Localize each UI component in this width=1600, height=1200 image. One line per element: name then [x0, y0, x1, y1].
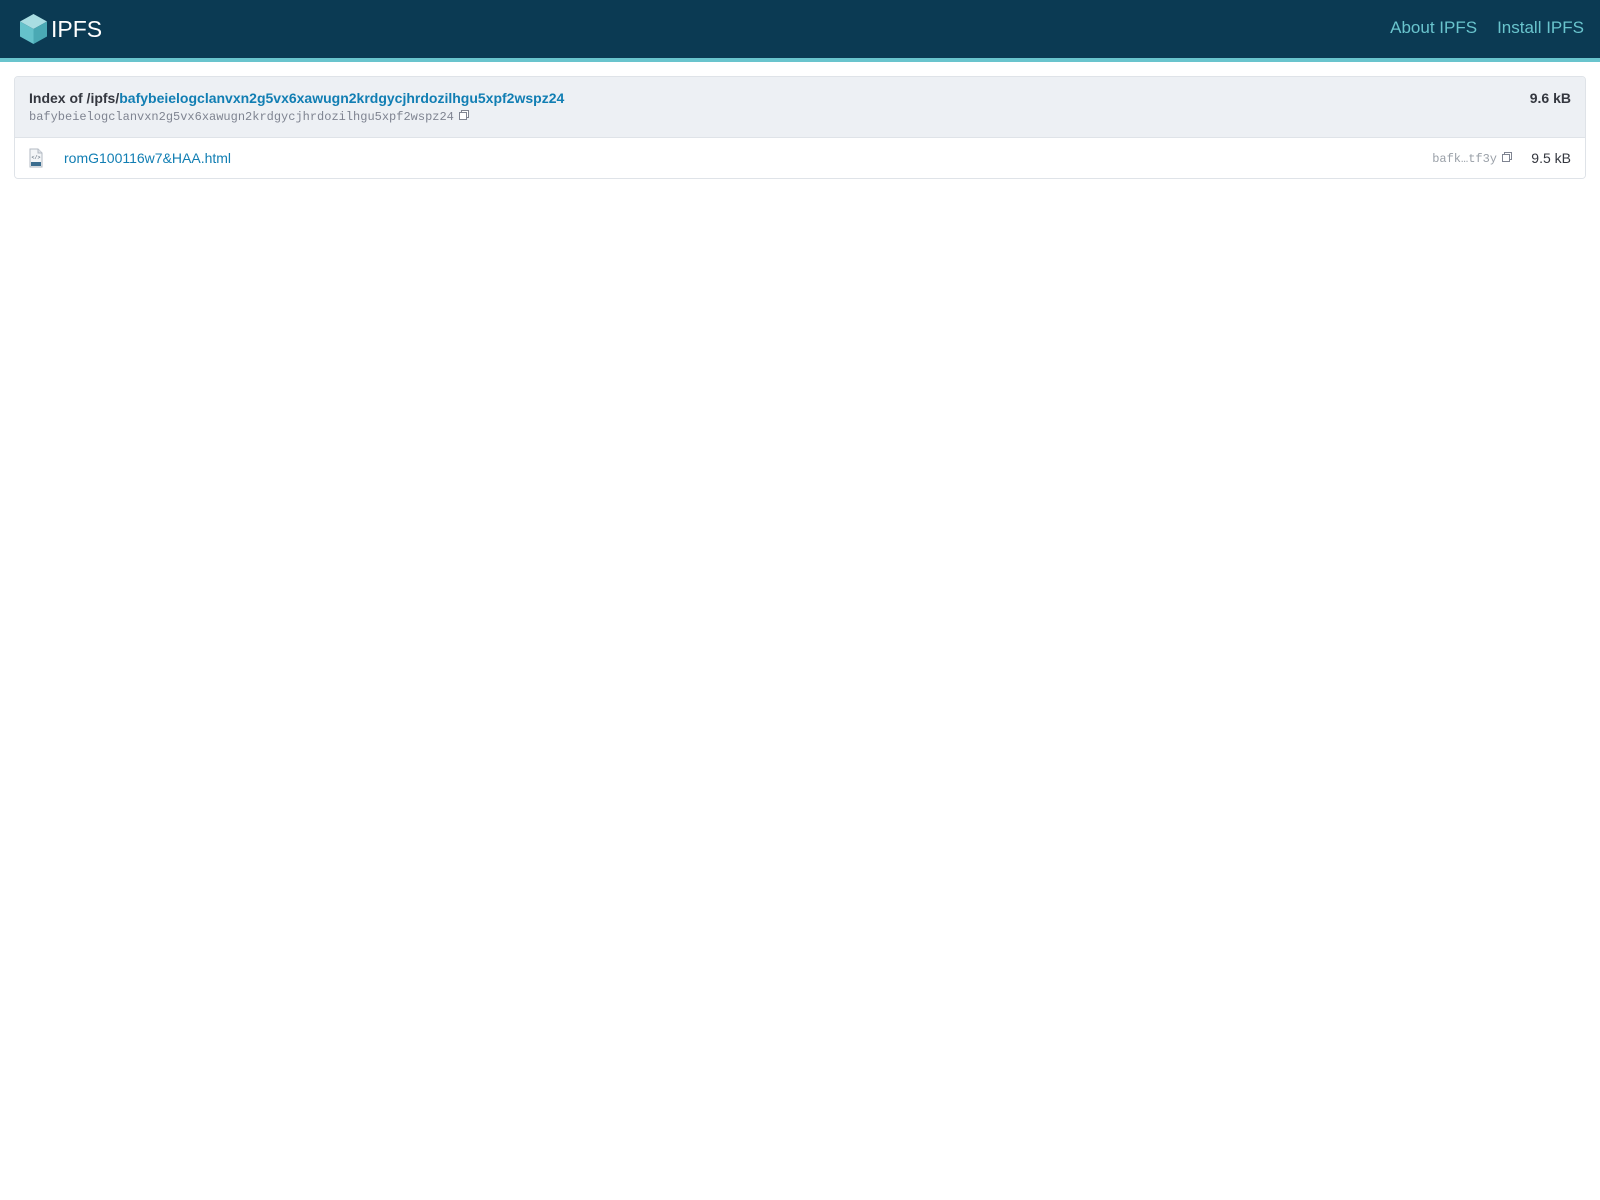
root-cid-link[interactable]: bafybeielogclanvxn2g5vx6xawugn2krdgycjhr… [119, 90, 564, 106]
total-size: 9.6 kB [1529, 90, 1571, 106]
file-name-link[interactable]: romG100116w7&HAA.html [64, 150, 231, 166]
copy-icon[interactable] [458, 109, 469, 120]
svg-text:</>: </> [31, 155, 40, 161]
table-row: </> romG100116w7&HAA.html bafk…tf3y 9.5 … [15, 138, 1585, 178]
root-cid-row: bafybeielogclanvxn2g5vx6xawugn2krdgycjhr… [29, 109, 469, 125]
install-ipfs-link[interactable]: Install IPFS [1497, 18, 1584, 38]
html-file-icon: </> [29, 148, 43, 168]
root-cid-text: bafybeielogclanvxn2g5vx6xawugn2krdgycjhr… [29, 110, 454, 124]
ipfs-logo-link[interactable]: IPFS [20, 13, 102, 45]
header-nav: About IPFS Install IPFS [1390, 18, 1584, 38]
index-title-prefix: Index of /ipfs/ [29, 90, 120, 106]
about-ipfs-link[interactable]: About IPFS [1390, 18, 1477, 38]
file-size: 9.5 kB [1531, 150, 1571, 166]
file-cid-text[interactable]: bafk…tf3y [1432, 151, 1497, 167]
logo-text: IPFS [51, 16, 103, 42]
file-cid-row: bafk…tf3y [1432, 151, 1512, 167]
listing-header: Index of /ipfs/bafybeielogclanvxn2g5vx6x… [15, 77, 1585, 138]
top-header: IPFS About IPFS Install IPFS [0, 0, 1600, 62]
copy-icon[interactable] [1502, 151, 1512, 162]
directory-listing: Index of /ipfs/bafybeielogclanvxn2g5vx6x… [14, 76, 1586, 179]
ipfs-cube-icon [20, 14, 47, 44]
index-title: Index of /ipfs/bafybeielogclanvxn2g5vx6x… [29, 89, 564, 107]
